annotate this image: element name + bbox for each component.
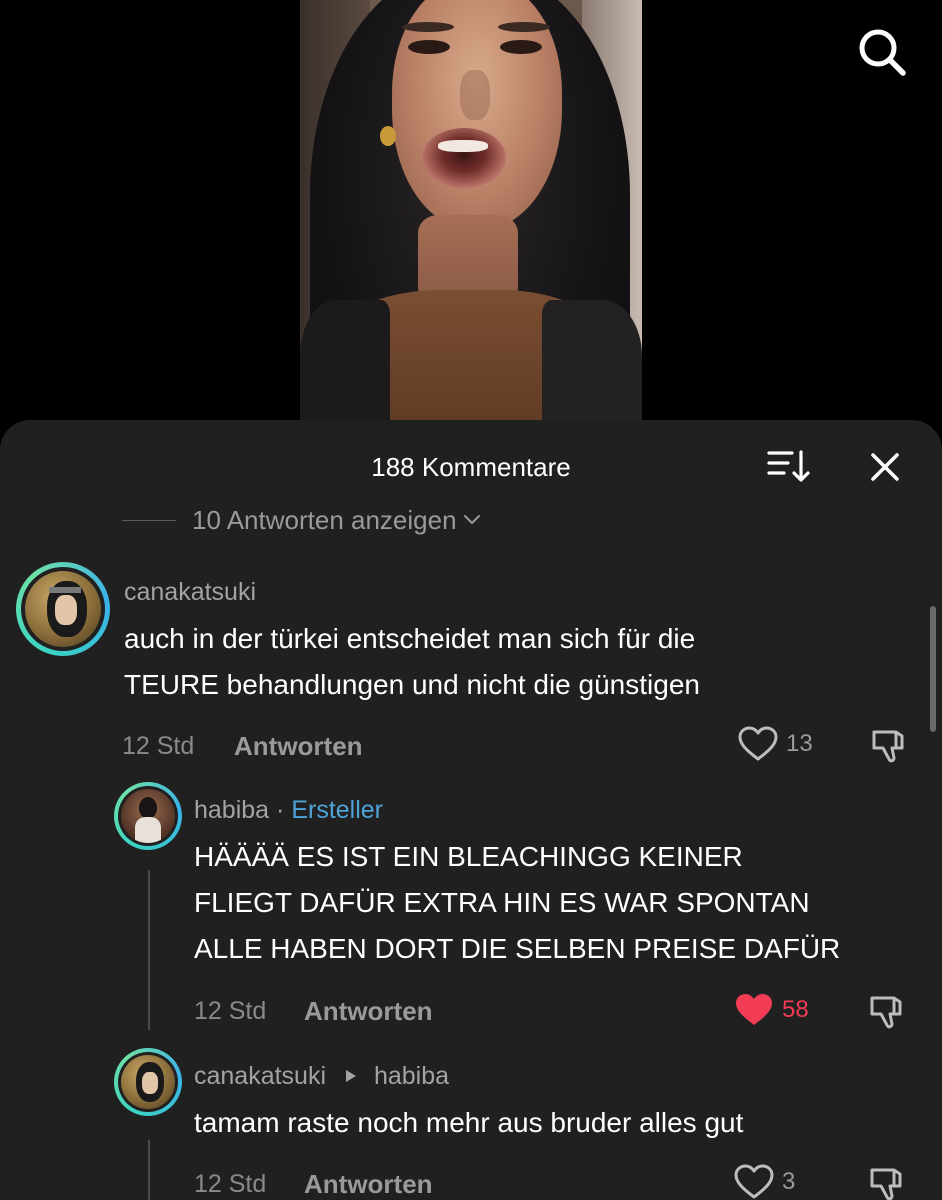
like-button[interactable]: 3 — [734, 1164, 795, 1200]
reply-username-row: canakatsuki habiba — [194, 1062, 449, 1091]
reply-arrow-icon — [345, 1070, 356, 1083]
reply-username[interactable]: canakatsuki — [194, 1062, 326, 1090]
reply-text-line: tamam raste noch mehr aus bruder alles g… — [194, 1107, 744, 1138]
heart-icon — [734, 1164, 774, 1199]
search-button[interactable] — [856, 26, 908, 78]
video-area[interactable] — [0, 0, 942, 440]
comments-sheet: 188 Kommentare 10 Antworten anzeigen can… — [0, 420, 942, 1200]
avatar[interactable] — [114, 1048, 182, 1116]
dislike-icon — [870, 1168, 902, 1200]
reply-button[interactable]: Antworten — [304, 1169, 433, 1200]
reply-to-username[interactable]: habiba — [374, 1062, 449, 1090]
reply-item: canakatsuki habiba tamam raste noch mehr… — [0, 420, 942, 1200]
dislike-button[interactable] — [866, 1164, 906, 1200]
video-thumbnail[interactable] — [300, 0, 642, 440]
search-icon — [859, 29, 906, 76]
reply-time: 12 Std — [194, 1170, 267, 1198]
like-count: 3 — [782, 1168, 796, 1195]
